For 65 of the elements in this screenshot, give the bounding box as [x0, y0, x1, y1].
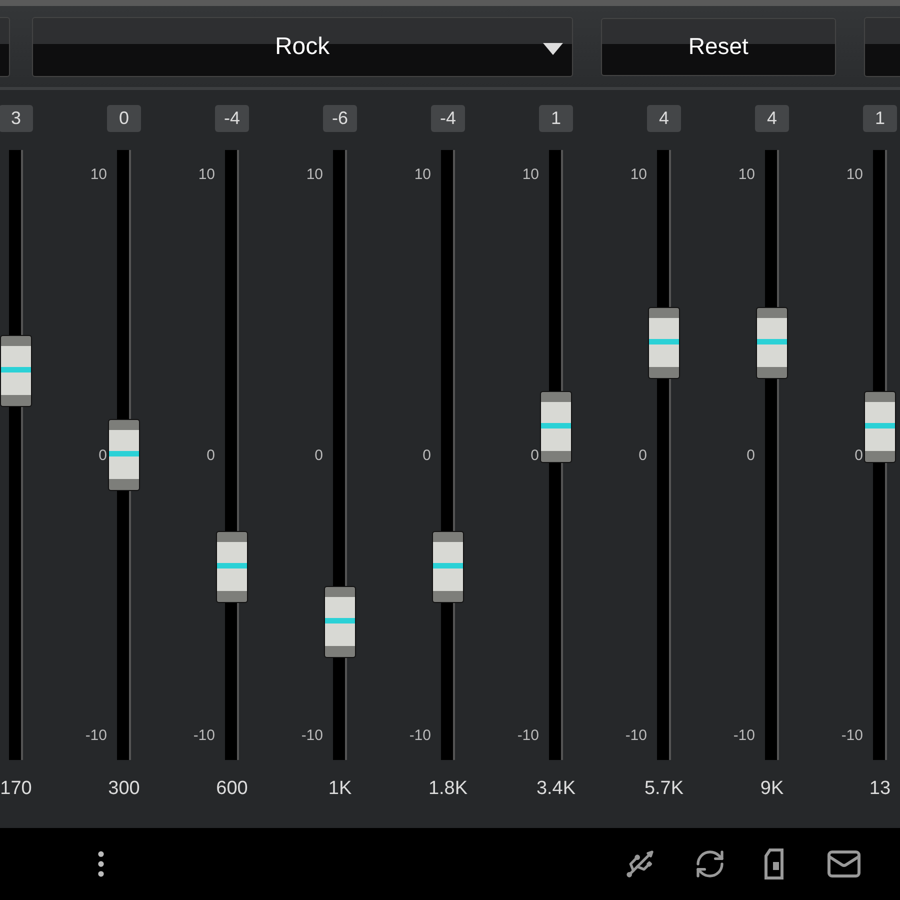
scale-label: -10: [301, 727, 323, 744]
scale-label: 10: [630, 166, 647, 183]
frequency-label: 1.8K: [428, 778, 468, 800]
slider-thumb[interactable]: [756, 307, 788, 380]
slider-thumb[interactable]: [324, 586, 356, 658]
scale-label: 10: [522, 166, 539, 183]
scale-label: 0: [422, 446, 431, 464]
slider[interactable]: [432, 150, 464, 760]
slider[interactable]: [108, 150, 140, 760]
scale-label: -10: [85, 727, 107, 744]
frequency-label: 9K: [760, 778, 784, 800]
scale-label: -10: [517, 727, 539, 744]
frequency-label: 300: [108, 778, 140, 800]
band-value: 0: [107, 105, 141, 132]
slider[interactable]: [864, 150, 896, 760]
slider-thumb[interactable]: [540, 391, 572, 464]
frequency-label: 1K: [328, 778, 352, 800]
frequency-label: 600: [216, 778, 248, 800]
scale-label: -10: [841, 727, 863, 744]
frequency-label: 170: [0, 778, 32, 800]
slider-thumb[interactable]: [0, 335, 32, 408]
band-value: -4: [215, 105, 249, 132]
band-value: -6: [323, 105, 357, 132]
band-value: -4: [431, 105, 465, 132]
slider-thumb[interactable]: [864, 391, 896, 464]
band-value: 4: [647, 105, 681, 132]
slider[interactable]: [216, 150, 248, 760]
preset-dropdown[interactable]: Rock: [32, 16, 573, 76]
scale-label: 10: [198, 166, 215, 183]
slider[interactable]: [756, 150, 788, 760]
sync-icon: [694, 848, 726, 880]
scale-label: 0: [746, 446, 755, 464]
scale-label: 0: [314, 446, 323, 464]
scale-label: 10: [846, 166, 863, 183]
scale-label: 10: [90, 166, 107, 183]
slider[interactable]: [324, 150, 356, 760]
band-value: 1: [539, 105, 573, 132]
scale-label: -10: [625, 727, 647, 744]
scale-label: 10: [414, 166, 431, 183]
slider-thumb[interactable]: [216, 530, 248, 603]
slider[interactable]: [0, 150, 32, 760]
frequency-label: 3.4K: [536, 778, 576, 800]
scale-label: -10: [733, 727, 755, 744]
frequency-label: 13: [869, 778, 891, 800]
band-value: 3: [0, 105, 33, 132]
scale-label: -10: [193, 727, 215, 744]
scale-label: 0: [206, 446, 215, 464]
usb-icon: [624, 848, 656, 880]
slider-thumb[interactable]: [108, 419, 140, 491]
slider-thumb[interactable]: [648, 307, 680, 380]
scale-label: -10: [409, 727, 431, 744]
scale-label: 10: [738, 166, 755, 183]
reset-button[interactable]: Reset: [600, 18, 836, 76]
scale-label: 0: [98, 446, 107, 464]
slider[interactable]: [648, 150, 680, 760]
slider[interactable]: [540, 150, 572, 760]
scale-label: 0: [854, 446, 863, 464]
slider-thumb[interactable]: [432, 530, 464, 603]
band-value: 4: [755, 105, 789, 132]
frequency-label: 5.7K: [644, 778, 684, 800]
scale-label: 10: [306, 166, 323, 183]
scale-label: 0: [530, 446, 539, 464]
scale-label: 0: [638, 446, 647, 464]
dropdown-arrow-icon: [542, 42, 564, 56]
band-value: 1: [863, 105, 897, 132]
